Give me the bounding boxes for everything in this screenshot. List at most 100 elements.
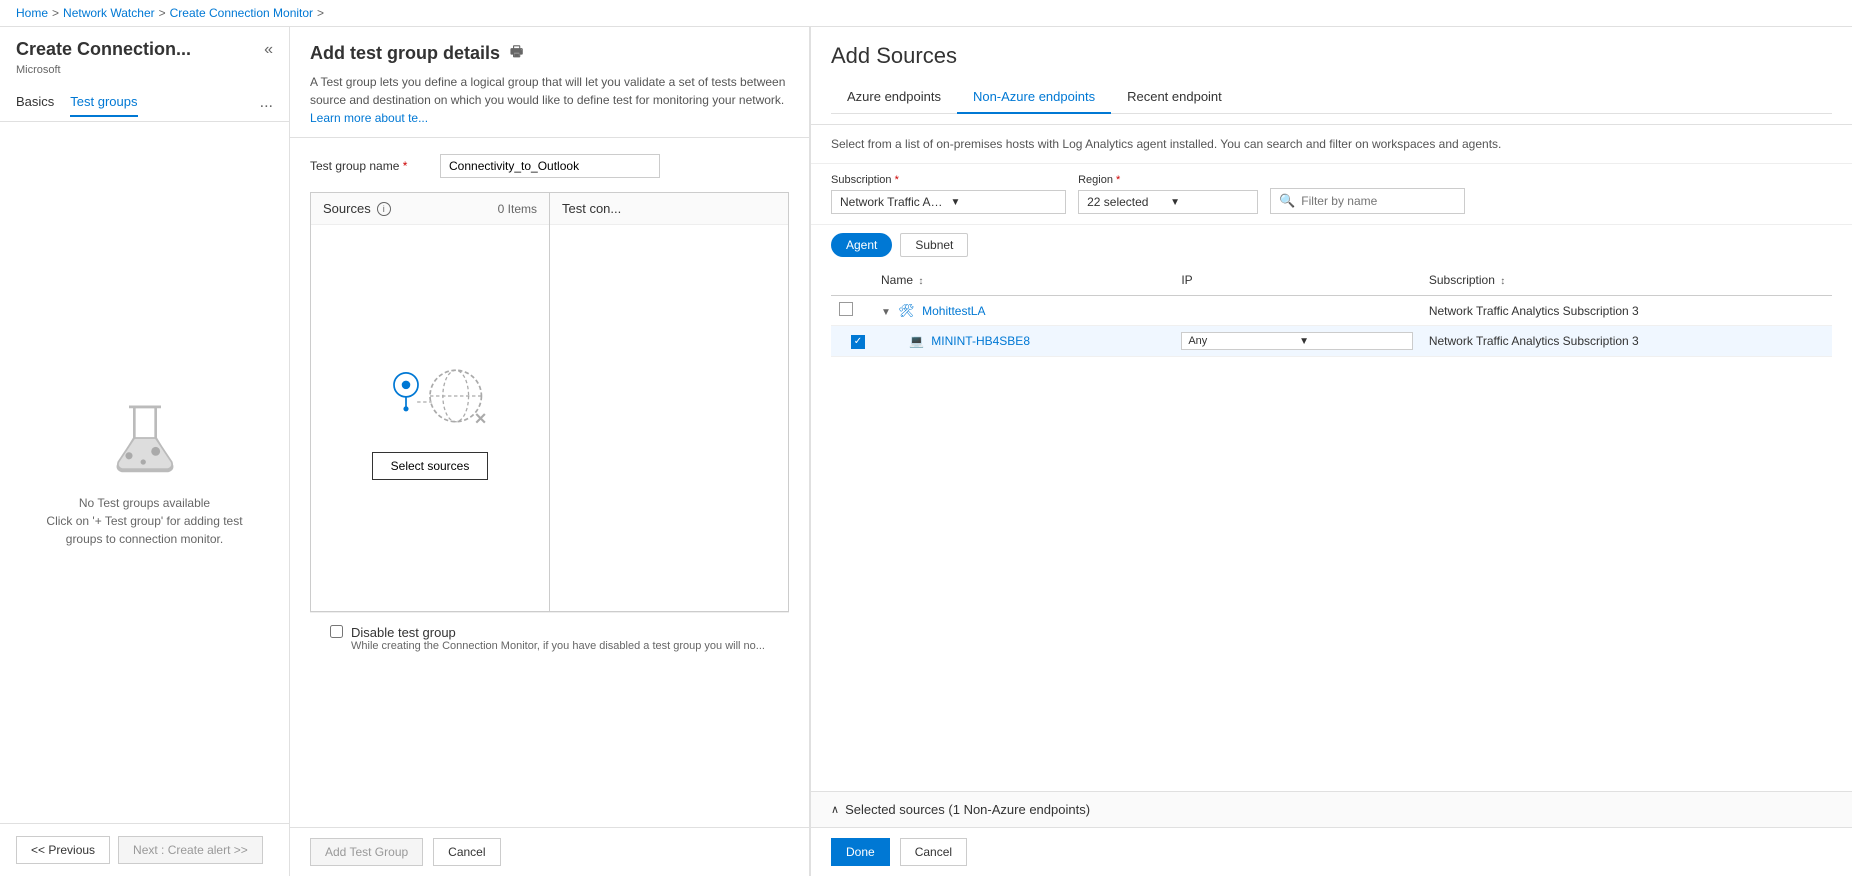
sidebar-header: Create Connection... «: [0, 27, 289, 64]
table-row-child: ✓ 💻 MININT-HB4SBE8 Any ▼ Network: [831, 326, 1832, 357]
subscription-filter-label: Subscription *: [831, 174, 1066, 186]
subscription-sort-icon: ↕: [1500, 276, 1505, 287]
disable-group-text: Disable test group While creating the Co…: [351, 625, 765, 652]
tab-recent-endpoint[interactable]: Recent endpoint: [1111, 81, 1238, 114]
filter-search-box: 🔍: [1270, 188, 1465, 214]
search-filter-group: 🔍: [1270, 188, 1465, 214]
row1-name[interactable]: MohittestLA: [922, 304, 985, 318]
test-config-pane: Test con...: [550, 193, 788, 611]
add-sources-panel: Add Sources Azure endpoints Non-Azure en…: [810, 27, 1852, 876]
selected-sources-bar: ∧ Selected sources (1 Non-Azure endpoint…: [811, 791, 1852, 827]
done-button[interactable]: Done: [831, 838, 890, 866]
breadcrumb-home[interactable]: Home: [16, 6, 48, 20]
learn-more-link[interactable]: Learn more about te...: [310, 111, 428, 125]
middle-description: A Test group lets you define a logical g…: [310, 73, 789, 127]
breadcrumb: Home > Network Watcher > Create Connecti…: [0, 0, 1852, 27]
sources-destinations-container: Sources i 0 Items: [310, 192, 789, 612]
sidebar-more-button[interactable]: ...: [260, 94, 273, 112]
test-group-name-label: Test group name *: [310, 159, 430, 173]
test-group-name-row: Test group name *: [310, 154, 789, 178]
print-icon[interactable]: 🖶: [510, 41, 523, 65]
selected-bar-label: Selected sources (1 Non-Azure endpoints): [845, 802, 1090, 817]
add-test-group-button[interactable]: Add Test Group: [310, 838, 423, 866]
middle-header: Add test group details 🖶 A Test group le…: [290, 27, 809, 138]
row1-ip-cell: [1173, 296, 1421, 326]
add-sources-title: Add Sources: [831, 43, 1832, 69]
agent-toggle[interactable]: Agent: [831, 233, 892, 257]
sidebar-empty-message: No Test groups availableClick on '+ Test…: [46, 494, 242, 548]
toggle-row: Agent Subnet: [811, 225, 1852, 265]
row2-name[interactable]: MININT-HB4SBE8: [931, 334, 1030, 348]
subnet-toggle[interactable]: Subnet: [900, 233, 968, 257]
network-illustration: [370, 356, 490, 436]
name-sort-icon: ↕: [918, 276, 923, 287]
row2-ip-cell: Any ▼: [1173, 326, 1421, 357]
table-body: ▼ 🛠 MohittestLA Network Traffic Analytic…: [831, 296, 1832, 357]
middle-body: Test group name * Sources i 0 Items: [290, 138, 809, 827]
sidebar-nav: Basics Test groups ...: [0, 84, 289, 122]
ip-dropdown-arrow: ▼: [1299, 336, 1406, 347]
row1-checkbox-cell: [831, 296, 873, 326]
subscription-dropdown[interactable]: Network Traffic Analytics Subscriptio...…: [831, 190, 1066, 214]
breadcrumb-network-watcher[interactable]: Network Watcher: [63, 6, 155, 20]
middle-footer: Add Test Group Cancel: [290, 827, 809, 876]
add-sources-description: Select from a list of on-premises hosts …: [811, 125, 1852, 164]
filters-row: Subscription * Network Traffic Analytics…: [811, 164, 1852, 225]
select-sources-btn[interactable]: Select sources: [372, 452, 489, 480]
workspace-icon: 🛠: [898, 303, 915, 318]
sources-count: 0 Items: [498, 202, 537, 216]
table-header-name[interactable]: Name ↕: [873, 265, 1173, 296]
filter-by-name-input[interactable]: [1301, 194, 1456, 208]
row1-subscription-cell: Network Traffic Analytics Subscription 3: [1421, 296, 1832, 326]
breadcrumb-create-connection-monitor[interactable]: Create Connection Monitor: [170, 6, 313, 20]
row1-expand-icon[interactable]: ▼: [881, 307, 891, 318]
flask-icon: [105, 398, 185, 478]
row1-name-cell: ▼ 🛠 MohittestLA: [873, 296, 1173, 326]
ip-dropdown[interactable]: Any ▼: [1181, 332, 1413, 350]
test-config-body: [550, 225, 788, 611]
sidebar-subtitle: Microsoft: [0, 64, 289, 84]
middle-title-row: Add test group details 🖶: [310, 41, 789, 65]
tab-azure-endpoints[interactable]: Azure endpoints: [831, 81, 957, 114]
sources-pane: Sources i 0 Items: [311, 193, 550, 611]
sources-table: Name ↕ IP Subscription ↕: [831, 265, 1832, 357]
row2-checkbox[interactable]: ✓: [851, 335, 865, 349]
test-config-title: Test con...: [562, 201, 621, 216]
region-filter-group: Region * 22 selected ▼: [1078, 174, 1258, 214]
sources-pane-body: Done Select sources: [311, 225, 549, 611]
sidebar-item-basics[interactable]: Basics: [16, 88, 54, 117]
table-header-subscription[interactable]: Subscription ↕: [1421, 265, 1832, 296]
middle-title-text: Add test group details: [310, 43, 500, 64]
middle-cancel-button[interactable]: Cancel: [433, 838, 500, 866]
subscription-filter-group: Subscription * Network Traffic Analytics…: [831, 174, 1066, 214]
row2-subscription-cell: Network Traffic Analytics Subscription 3: [1421, 326, 1832, 357]
table-header: Name ↕ IP Subscription ↕: [831, 265, 1832, 296]
sidebar-content: No Test groups availableClick on '+ Test…: [0, 122, 289, 823]
row1-checkbox[interactable]: [839, 302, 853, 316]
right-table-container: Name ↕ IP Subscription ↕: [811, 265, 1852, 791]
sidebar-item-test-groups[interactable]: Test groups: [70, 88, 137, 117]
disable-test-group-checkbox[interactable]: [330, 625, 343, 638]
next-button[interactable]: Next : Create alert >>: [118, 836, 263, 864]
selected-bar-header[interactable]: ∧ Selected sources (1 Non-Azure endpoint…: [831, 802, 1832, 817]
tab-non-azure-endpoints[interactable]: Non-Azure endpoints: [957, 81, 1111, 114]
table-row: ▼ 🛠 MohittestLA Network Traffic Analytic…: [831, 296, 1832, 326]
row2-name-cell: 💻 MININT-HB4SBE8: [873, 326, 1173, 357]
region-dropdown[interactable]: 22 selected ▼: [1078, 190, 1258, 214]
sources-pane-title: Sources: [323, 201, 371, 216]
selected-bar-chevron: ∧: [831, 803, 839, 816]
sidebar-collapse-button[interactable]: «: [264, 41, 273, 59]
sidebar-footer: << Previous Next : Create alert >>: [0, 823, 289, 876]
region-filter-label: Region *: [1078, 174, 1258, 186]
previous-button[interactable]: << Previous: [16, 836, 110, 864]
row2-checkbox-cell: ✓: [831, 326, 873, 357]
test-group-name-input[interactable]: [440, 154, 660, 178]
add-sources-header: Add Sources Azure endpoints Non-Azure en…: [811, 27, 1852, 125]
sources-info-icon[interactable]: i: [377, 202, 391, 216]
sidebar-title: Create Connection...: [16, 39, 191, 60]
search-icon: 🔍: [1279, 193, 1295, 209]
table-header-checkbox: [831, 265, 873, 296]
right-cancel-button[interactable]: Cancel: [900, 838, 967, 866]
sidebar: Create Connection... « Microsoft Basics …: [0, 27, 290, 876]
add-sources-footer: Done Cancel: [811, 827, 1852, 876]
